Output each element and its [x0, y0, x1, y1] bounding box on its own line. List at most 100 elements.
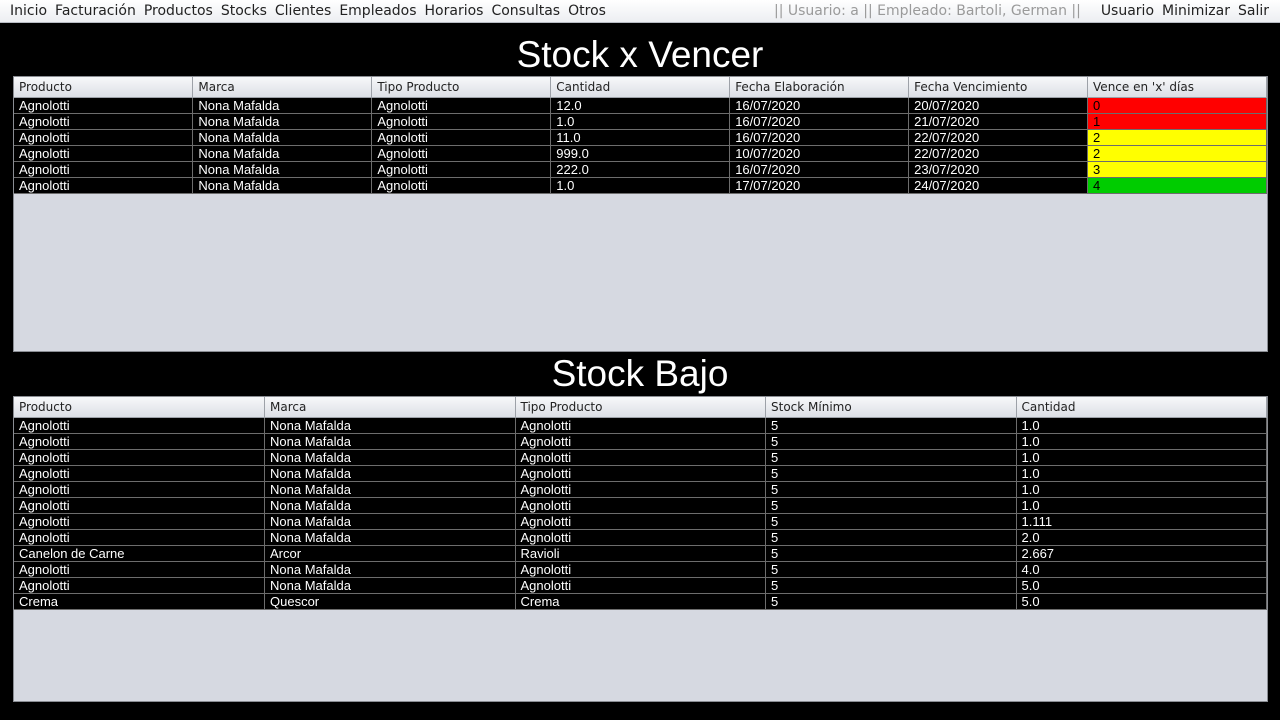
table-cell: Agnolotti — [14, 113, 194, 130]
table-row[interactable]: Agnolotti Nona Mafalda Agnolotti 1.0 17/07/2… — [14, 177, 1267, 194]
column-header[interactable]: Producto — [14, 77, 194, 98]
table-cell: 2.667 — [1016, 545, 1267, 562]
table-row[interactable]: Agnolotti Nona Mafalda Agnolotti 222.0 16/07… — [14, 161, 1267, 178]
table-cell: Ravioli — [515, 545, 766, 562]
table-cell: 22/07/2020 — [908, 145, 1089, 162]
table-cell: 5.0 — [1016, 577, 1267, 594]
table-cell: Agnolotti — [14, 577, 265, 594]
table-cell: 1.0 — [550, 113, 731, 130]
table-row[interactable]: Canelon de Carne Arcor Ravioli 5 2.667 — [14, 545, 1267, 562]
column-header[interactable]: Stock Mínimo — [765, 397, 1017, 418]
table-row[interactable]: Agnolotti Nona Mafalda Agnolotti 5 1.0 — [14, 465, 1267, 482]
table-cell: Agnolotti — [14, 561, 265, 578]
menu-minimizar[interactable]: Minimizar — [1158, 1, 1234, 21]
table-row[interactable]: Agnolotti Nona Mafalda Agnolotti 5 2.0 — [14, 529, 1267, 546]
table-cell: 12.0 — [550, 97, 731, 114]
menu-consultas[interactable]: Consultas — [487, 1, 564, 21]
table-cell: Nona Mafalda — [264, 417, 516, 434]
days-cell: 2 — [1087, 145, 1267, 162]
table-cell: Nona Mafalda — [264, 561, 516, 578]
table-cell: 5 — [765, 433, 1017, 450]
table-cell: Nona Mafalda — [264, 577, 516, 594]
table-row[interactable]: Agnolotti Nona Mafalda Agnolotti 5 1.111 — [14, 513, 1267, 530]
table-cell: Nona Mafalda — [192, 145, 373, 162]
table-cell: 5 — [765, 577, 1017, 594]
table-cell: Nona Mafalda — [264, 449, 516, 466]
table-cell: 22/07/2020 — [908, 129, 1089, 146]
table-cell: Nona Mafalda — [192, 97, 373, 114]
column-header[interactable]: Marca — [192, 77, 373, 98]
table-row[interactable]: Agnolotti Nona Mafalda Agnolotti 5 1.0 — [14, 417, 1267, 434]
days-cell: 4 — [1087, 177, 1267, 194]
table-row[interactable]: Agnolotti Nona Mafalda Agnolotti 5 1.0 — [14, 433, 1267, 450]
bajo-table: Producto Marca Tipo Producto Stock Mínimo Ca… — [14, 397, 1267, 610]
vencer-table-panel[interactable]: Producto Marca Tipo Producto Cantidad Fecha … — [13, 76, 1268, 352]
table-cell: 5 — [765, 529, 1017, 546]
table-cell: 5 — [765, 513, 1017, 530]
table-cell: 1.0 — [1016, 481, 1267, 498]
table-cell: 2.0 — [1016, 529, 1267, 546]
table-cell: 10/07/2020 — [729, 145, 910, 162]
column-header[interactable]: Marca — [264, 397, 516, 418]
table-row[interactable]: Agnolotti Nona Mafalda Agnolotti 5 1.0 — [14, 497, 1267, 514]
table-row[interactable]: Agnolotti Nona Mafalda Agnolotti 999.0 10/07… — [14, 145, 1267, 162]
table-row[interactable]: Agnolotti Nona Mafalda Agnolotti 11.0 16/07/… — [14, 129, 1267, 146]
menu-horarios[interactable]: Horarios — [421, 1, 488, 21]
table-cell: Agnolotti — [515, 433, 766, 450]
table-cell: 21/07/2020 — [908, 113, 1089, 130]
menu-empleados[interactable]: Empleados — [335, 1, 420, 21]
table-row[interactable]: Agnolotti Nona Mafalda Agnolotti 1.0 16/07/2… — [14, 113, 1267, 130]
table-cell: 1.0 — [1016, 465, 1267, 482]
table-cell: Agnolotti — [14, 529, 265, 546]
table-cell: Agnolotti — [371, 97, 552, 114]
days-cell: 0 — [1087, 97, 1267, 114]
table-row[interactable]: Agnolotti Nona Mafalda Agnolotti 5 5.0 — [14, 577, 1267, 594]
table-cell: Nona Mafalda — [264, 513, 516, 530]
table-cell: 16/07/2020 — [729, 129, 910, 146]
table-cell: 11.0 — [550, 129, 731, 146]
column-header[interactable]: Cantidad — [1016, 397, 1267, 418]
table-row[interactable]: Agnolotti Nona Mafalda Agnolotti 5 1.0 — [14, 481, 1267, 498]
table-cell: Agnolotti — [14, 449, 265, 466]
column-header[interactable]: Tipo Producto — [371, 77, 552, 98]
table-cell: Agnolotti — [515, 513, 766, 530]
menu-clientes[interactable]: Clientes — [271, 1, 335, 21]
menu-stocks[interactable]: Stocks — [217, 1, 271, 21]
table-cell: 5 — [765, 481, 1017, 498]
table-cell: 5 — [765, 497, 1017, 514]
menu-productos[interactable]: Productos — [140, 1, 217, 21]
table-cell: Agnolotti — [515, 577, 766, 594]
table-cell: Agnolotti — [14, 497, 265, 514]
table-cell: Nona Mafalda — [192, 129, 373, 146]
table-cell: 16/07/2020 — [729, 113, 910, 130]
menu-otros[interactable]: Otros — [564, 1, 610, 21]
table-row[interactable]: Crema Quescor Crema 5 5.0 — [14, 593, 1267, 610]
table-cell: Agnolotti — [14, 177, 194, 194]
table-cell: Agnolotti — [515, 481, 766, 498]
column-header[interactable]: Tipo Producto — [515, 397, 766, 418]
table-cell: 1.0 — [1016, 497, 1267, 514]
column-header[interactable]: Fecha Vencimiento — [908, 77, 1089, 98]
table-cell: Arcor — [264, 545, 516, 562]
account-menu: Usuario Minimizar Salir — [1097, 1, 1273, 21]
table-row[interactable]: Agnolotti Nona Mafalda Agnolotti 5 4.0 — [14, 561, 1267, 578]
table-cell: Nona Mafalda — [192, 113, 373, 130]
menu-usuario[interactable]: Usuario — [1097, 1, 1158, 21]
table-cell: 17/07/2020 — [729, 177, 910, 194]
column-header[interactable]: Producto — [14, 397, 265, 418]
table-cell: 5 — [765, 417, 1017, 434]
table-row[interactable]: Agnolotti Nona Mafalda Agnolotti 12.0 16/07/… — [14, 97, 1267, 114]
table-cell: 1.0 — [1016, 433, 1267, 450]
table-cell: Agnolotti — [14, 129, 194, 146]
menu-facturacion[interactable]: Facturación — [51, 1, 140, 21]
column-header[interactable]: Fecha Elaboración — [729, 77, 910, 98]
column-header[interactable]: Vence en 'x' días — [1087, 77, 1267, 98]
menu-inicio[interactable]: Inicio — [6, 1, 51, 21]
bajo-table-panel[interactable]: Producto Marca Tipo Producto Stock Mínimo Ca… — [13, 396, 1268, 702]
table-cell: Agnolotti — [14, 465, 265, 482]
column-header[interactable]: Cantidad — [550, 77, 731, 98]
menu-salir[interactable]: Salir — [1234, 1, 1273, 21]
table-row[interactable]: Agnolotti Nona Mafalda Agnolotti 5 1.0 — [14, 449, 1267, 466]
vencer-title: Stock x Vencer — [516, 34, 764, 75]
table-cell: 16/07/2020 — [729, 161, 910, 178]
